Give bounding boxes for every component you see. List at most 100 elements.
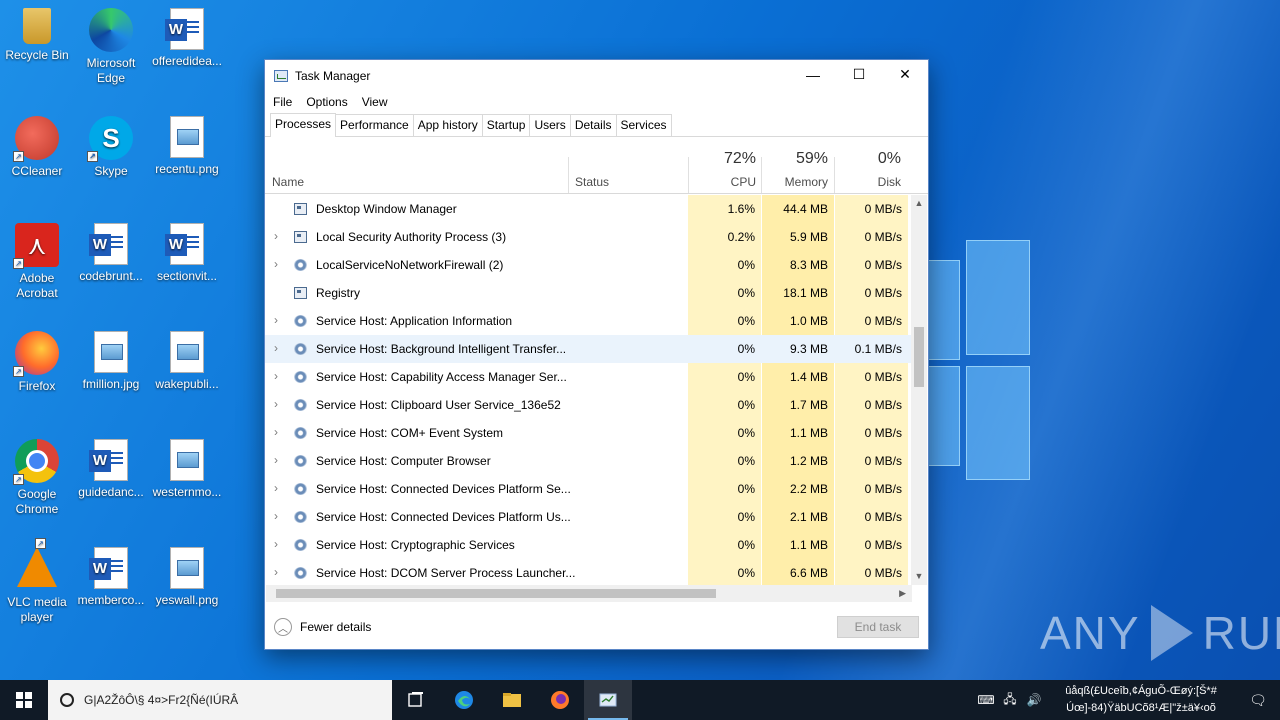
desktop-icon[interactable]: Wsectionvit...	[149, 223, 225, 284]
gear-icon	[294, 539, 307, 551]
desktop-icon[interactable]: Recycle Bin	[0, 8, 75, 63]
expand-chevron-icon[interactable]: ›	[274, 229, 278, 243]
expand-chevron-icon[interactable]: ›	[274, 397, 278, 411]
expand-chevron-icon[interactable]: ›	[274, 257, 278, 271]
table-row[interactable]: › Service Host: Background Intelligent Tr…	[265, 335, 913, 363]
keyboard-icon[interactable]: ⌨	[974, 693, 998, 707]
table-row[interactable]: › Service Host: Clipboard User Service_13…	[265, 391, 913, 419]
table-row[interactable]: Registry 0% 18.1 MB 0 MB/s	[265, 279, 913, 307]
expand-chevron-icon[interactable]: ›	[274, 341, 278, 355]
desktop-icon[interactable]: Wmemberco...	[73, 547, 149, 608]
desktop-icon[interactable]: wakepubli...	[149, 331, 225, 392]
tab-users[interactable]: Users	[529, 114, 571, 136]
scroll-down-icon[interactable]: ▼	[911, 568, 927, 585]
expand-chevron-icon[interactable]: ›	[274, 565, 278, 579]
expand-chevron-icon[interactable]: ›	[274, 537, 278, 551]
table-row[interactable]: › Service Host: DCOM Server Process Launc…	[265, 559, 913, 585]
end-task-button[interactable]: End task	[837, 616, 919, 638]
cpu-percent[interactable]: 72%	[688, 150, 756, 168]
tab-details[interactable]: Details	[569, 114, 617, 136]
fewer-details-button[interactable]: ︿ Fewer details	[274, 618, 371, 636]
tab-performance[interactable]: Performance	[335, 114, 414, 136]
expand-chevron-icon[interactable]: ›	[274, 453, 278, 467]
table-row[interactable]: › Service Host: Connected Devices Platfor…	[265, 475, 913, 503]
expand-chevron-icon[interactable]: ›	[274, 509, 278, 523]
horizontal-scrollbar[interactable]: ▶	[266, 585, 912, 602]
table-row[interactable]: › Service Host: Connected Devices Platfor…	[265, 503, 913, 531]
table-row[interactable]: › Service Host: Computer Browser 0% 1.2 MB 0…	[265, 447, 913, 475]
desktop-icon[interactable]: Microsoft Edge	[73, 8, 149, 86]
table-row[interactable]: › Service Host: Cryptographic Services 0% 1…	[265, 531, 913, 559]
desktop-icon[interactable]: recentu.png	[149, 116, 225, 177]
desktop-icon[interactable]: Wofferedidea...	[149, 8, 225, 69]
expand-chevron-icon[interactable]: ›	[274, 369, 278, 383]
scroll-right-icon[interactable]: ▶	[899, 585, 906, 602]
table-row[interactable]: › Local Security Authority Process (3) 0.2…	[265, 223, 913, 251]
tab-services[interactable]: Services	[615, 114, 672, 136]
search-box[interactable]: G|A2ŽôÔ\§ 4¤>Fr2{Ñé(IÚRÂ	[48, 680, 392, 720]
column-memory[interactable]: Memory	[762, 175, 828, 189]
tab-startup[interactable]: Startup	[481, 114, 531, 136]
maximize-button[interactable]: ☐	[836, 60, 882, 89]
horizontal-scroll-thumb[interactable]	[276, 589, 716, 598]
column-disk[interactable]: Disk	[835, 175, 901, 189]
notification-icon[interactable]: 🗨	[1236, 692, 1280, 709]
expand-chevron-icon[interactable]: ›	[274, 425, 278, 439]
desktop-icon[interactable]: Wcodebrunt...	[73, 223, 149, 284]
column-status[interactable]: Status	[575, 175, 609, 189]
process-cpu: 0%	[737, 426, 755, 440]
desktop-icon[interactable]: Wguidedanc...	[73, 439, 149, 500]
network-icon[interactable]: 🖧	[998, 690, 1022, 711]
desktop-icon[interactable]: yeswall.png	[149, 547, 225, 608]
desktop-icon[interactable]: ↗ Google Chrome	[0, 439, 75, 517]
table-row[interactable]: › Service Host: COM+ Event System 0% 1.1 MB…	[265, 419, 913, 447]
process-disk: 0 MB/s	[864, 510, 902, 524]
desktop-icon[interactable]: westernmo...	[149, 439, 225, 500]
title-bar[interactable]: Task Manager — ☐ ✕	[265, 60, 928, 91]
table-row[interactable]: › Service Host: Capability Access Manager…	[265, 363, 913, 391]
tab-processes[interactable]: Processes	[270, 113, 337, 137]
expand-chevron-icon[interactable]: ›	[274, 313, 278, 327]
expand-chevron-icon[interactable]: ›	[274, 481, 278, 495]
desktop-icon[interactable]: ↗ CCleaner	[0, 116, 75, 179]
taskbar-task-manager[interactable]	[584, 680, 632, 720]
taskbar-edge[interactable]	[440, 680, 488, 720]
word-doc-icon: W	[89, 547, 128, 589]
table-row[interactable]: › LocalServiceNoNetworkFirewall (2) 0% 8.3 …	[265, 251, 913, 279]
scroll-up-icon[interactable]: ▲	[911, 195, 927, 212]
desktop-icon[interactable]: fmillion.jpg	[73, 331, 149, 392]
window-icon	[294, 287, 307, 299]
process-disk: 0 MB/s	[864, 426, 902, 440]
scroll-thumb[interactable]	[914, 327, 924, 387]
close-button[interactable]: ✕	[882, 60, 928, 89]
column-cpu[interactable]: CPU	[688, 175, 756, 189]
taskbar-file-explorer[interactable]	[488, 680, 536, 720]
task-view-button[interactable]	[392, 680, 440, 720]
desktop-icon[interactable]: ↗ VLC media player	[0, 538, 75, 625]
process-name: Service Host: Connected Devices Platform…	[316, 482, 571, 496]
table-row[interactable]: Desktop Window Manager 1.6% 44.4 MB 0 MB/s	[265, 195, 913, 223]
memory-percent[interactable]: 59%	[762, 150, 828, 168]
process-memory: 1.0 MB	[789, 314, 828, 328]
process-disk: 0 MB/s	[864, 482, 902, 496]
menu-view[interactable]: View	[362, 95, 388, 109]
desktop-icon[interactable]: ⋏ ↗ Adobe Acrobat	[0, 223, 75, 301]
taskbar-firefox[interactable]	[536, 680, 584, 720]
image-file-icon	[170, 439, 204, 481]
tab-app-history[interactable]: App history	[412, 114, 483, 136]
start-button[interactable]	[0, 680, 48, 720]
column-name[interactable]: Name	[272, 175, 304, 189]
table-row[interactable]: › Service Host: Application Information 0%…	[265, 307, 913, 335]
volume-icon[interactable]: 🔊	[1022, 693, 1046, 707]
desktop-icon[interactable]: S ↗ Skype	[73, 116, 149, 179]
menu-options[interactable]: Options	[306, 95, 347, 109]
menu-file[interactable]: File	[273, 95, 292, 109]
disk-percent[interactable]: 0%	[835, 150, 901, 168]
desktop-icon[interactable]: ↗ Firefox	[0, 331, 75, 394]
process-memory: 1.2 MB	[789, 454, 828, 468]
vertical-scrollbar[interactable]: ▲ ▼	[911, 195, 927, 585]
process-cpu: 0.2%	[727, 230, 755, 244]
clock[interactable]: ûåqß(£Uceîb,¢ÁguÕ-Œøý:[Š*# Úœ]-84)ŸäbUCõ…	[1046, 683, 1236, 717]
desktop-icon-label: offeredidea...	[152, 54, 222, 68]
minimize-button[interactable]: —	[790, 60, 836, 89]
